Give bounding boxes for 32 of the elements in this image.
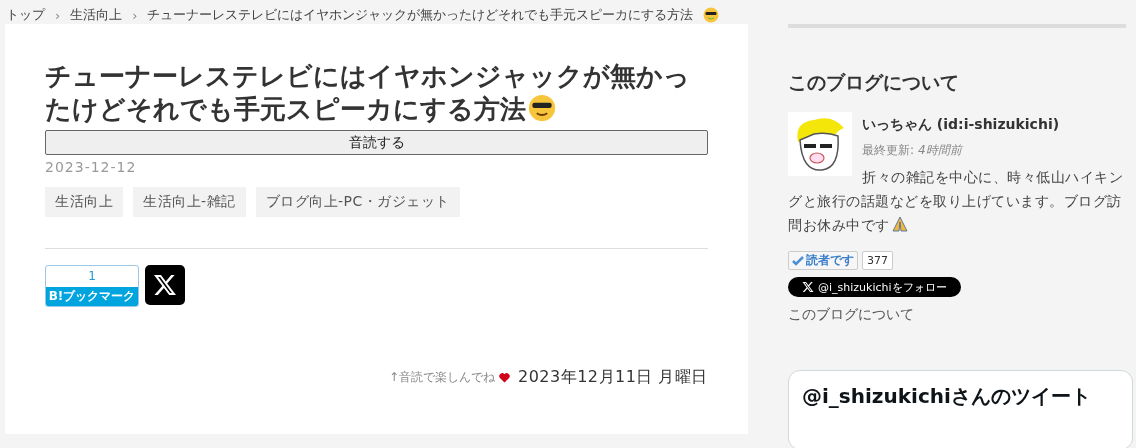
category-tag[interactable]: 生活向上-雑記 <box>133 187 246 217</box>
sidebar-heading: このブログについて <box>788 70 960 95</box>
breadcrumb-separator: › <box>55 7 61 23</box>
article-date: 2023-12-12 <box>45 159 138 175</box>
last-updated: 最終更新: 4時間前 <box>861 142 965 159</box>
heart-icon <box>498 372 510 383</box>
x-logo-icon <box>153 273 177 297</box>
bookmark-label: B!ブックマーク <box>46 287 138 306</box>
breadcrumb-link[interactable]: チューナーレステレビにはイヤホンジャックが無かったけどそれでも手元スピーカにする方法 <box>147 6 694 24</box>
sunglasses-face-icon <box>703 7 720 23</box>
breadcrumb-link[interactable]: トップ <box>6 6 45 24</box>
read-aloud-button[interactable]: 音読する <box>45 130 708 155</box>
subscribed-button[interactable]: 読者です <box>788 251 858 270</box>
category-tag[interactable]: 生活向上 <box>45 187 123 217</box>
tweets-title: @i_shizukichiさんのツイート <box>802 384 1091 408</box>
bookmark-count: 1 <box>87 268 97 285</box>
breadcrumb-link[interactable]: 生活向上 <box>70 6 123 24</box>
reader-count: 377 <box>862 251 893 270</box>
avatar-drawing <box>788 112 852 176</box>
follow-button[interactable]: @i_shizukichiをフォロー <box>788 277 961 297</box>
check-icon <box>792 255 804 266</box>
sunglasses-face-icon <box>528 94 556 122</box>
posted-date: 2023年12月11日 月曜日 <box>517 367 708 388</box>
x-logo-icon <box>802 281 814 293</box>
note-text: ↑音読で楽しんでね <box>388 369 495 386</box>
category-tag[interactable]: ブログ向上-PC・ガジェット <box>255 187 460 217</box>
about-link[interactable]: このブログについて <box>788 306 1126 324</box>
article-title: チューナーレステレビにはイヤホンジャックが無かっ たけどそれでも手元スピーカにする方法 <box>45 60 691 126</box>
blog-description: 折々の雑記を中心に、時々低山ハイキングと旅行の話題などを取り上げています。ブログ訪問お休み中です <box>788 168 1124 235</box>
breadcrumb-separator: › <box>132 7 138 23</box>
x-share-button[interactable] <box>145 265 185 305</box>
profile-name[interactable]: いっちゃん (id:i-shizukichi) <box>788 112 1126 134</box>
